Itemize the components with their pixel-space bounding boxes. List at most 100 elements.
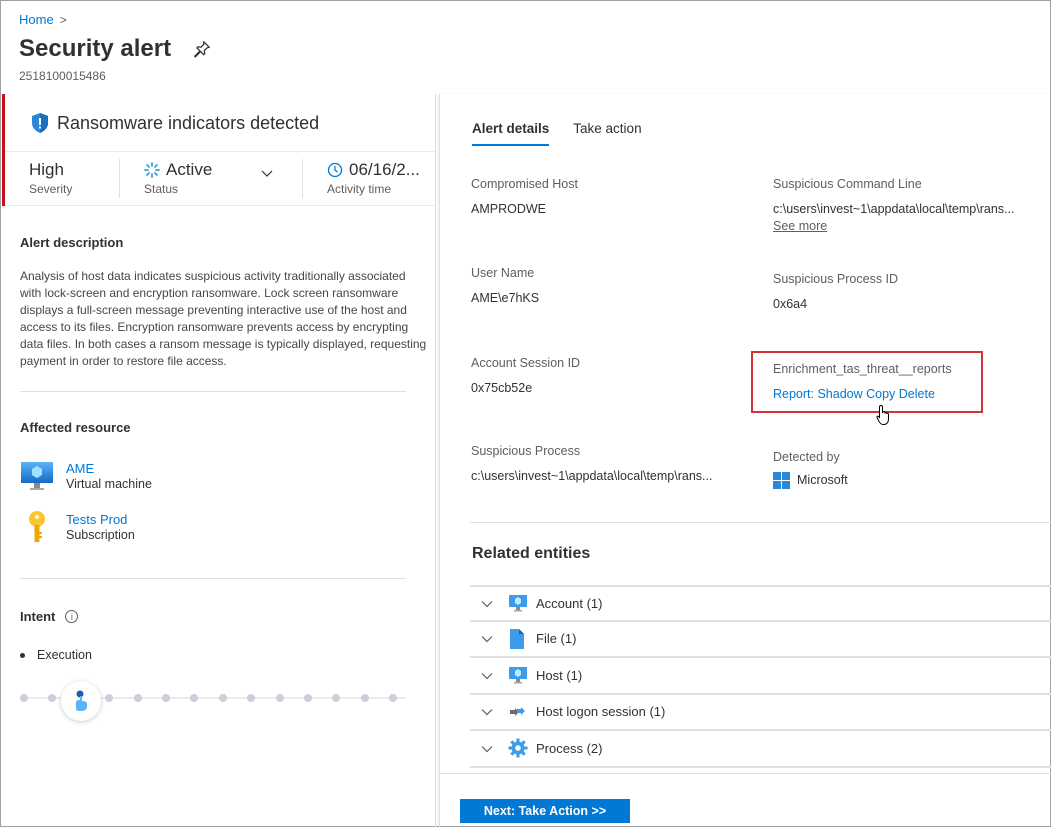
kill-chain-step[interactable] [162,694,170,702]
kill-chain-step[interactable] [275,694,284,702]
divider [20,578,406,579]
info-icon[interactable]: i [65,610,79,623]
entity-label: File (1) [536,631,577,647]
kill-chain-step[interactable] [105,694,114,702]
activity-time-label: Activity time [327,182,392,196]
kill-chain-step[interactable] [48,694,57,702]
entity-label: Host logon session (1) [536,704,666,720]
file-icon [508,628,536,650]
virtual-machine-icon [21,462,53,490]
clock-icon [327,162,343,178]
field-enrichment-threat-reports: Enrichment_tas_threat__reports Report: S… [773,362,952,401]
resource-name-link[interactable]: Tests Prod [66,512,135,527]
kill-chain-timeline [20,681,410,721]
breadcrumb-home-link[interactable]: Home [19,12,54,27]
alert-details-panel: Alert details Take action Compromised Ho… [439,94,1051,827]
alert-title-text: Ransomware indicators detected [57,112,320,133]
resource-type: Subscription [66,528,135,542]
chevron-down-icon[interactable] [470,668,508,683]
chevron-down-icon[interactable] [470,596,508,611]
status-dropdown[interactable]: Active Status [120,152,302,205]
activity-time-cell: 06/16/2... Activity time [303,152,433,205]
alert-summary-panel: Ransomware indicators detected High Seve… [2,94,436,827]
key-icon [29,511,45,542]
intent-heading: Intent i [20,609,79,624]
chevron-down-icon[interactable] [470,704,508,719]
divider [440,773,1051,774]
entity-label: Process (2) [536,740,603,756]
shield-alert-icon [32,113,48,133]
execution-touch-icon [75,690,87,711]
chevron-down-icon[interactable] [260,168,274,178]
alert-summary-row: High Severity Active Status 06/16/2... A… [5,151,435,206]
resource-item-subscription[interactable]: Tests Prod Subscription [20,510,135,544]
alert-description-heading: Alert description [20,235,124,250]
field-suspicious-process: Suspicious Process c:\users\invest~1\app… [471,444,713,483]
kill-chain-step[interactable] [360,694,369,702]
tab-alert-details[interactable]: Alert details [472,121,550,146]
page-title: Security alert [19,35,211,63]
severity-cell: High Severity [5,152,119,205]
threat-report-link[interactable]: Report: Shadow Copy Delete [773,387,952,401]
status-active-spinner-icon [144,162,160,178]
kill-chain-step[interactable] [218,694,227,702]
alert-description-text: Analysis of host data indicates suspicio… [20,269,427,368]
host-monitor-icon [508,666,536,684]
tab-take-action[interactable]: Take action [573,121,641,146]
intent-value: Execution [37,648,92,662]
kill-chain-step-active[interactable] [60,681,101,721]
kill-chain-step[interactable] [190,694,199,702]
status-label: Status [144,182,179,196]
kill-chain-step[interactable] [332,694,341,702]
gear-icon [508,738,536,758]
kill-chain-step[interactable] [20,694,28,702]
detected-by-value: Microsoft [797,472,848,487]
entity-row-account[interactable]: Account (1) [470,585,1051,622]
kill-chain-step[interactable] [247,694,256,702]
resource-type: Virtual machine [66,477,152,491]
entity-row-process[interactable]: Process (2) [470,731,1051,768]
hand-cursor-icon [876,404,889,425]
alert-title: Ransomware indicators detected [30,112,319,134]
logon-session-icon [508,706,536,718]
related-entities-list: Account (1) File (1) Host (1) Host logon… [470,585,1051,768]
activity-time-value: 06/16/2... [349,160,420,179]
field-suspicious-command-line: Suspicious Command Line c:\users\invest~… [773,177,1015,233]
field-user-name: User Name AME\e7hKS [471,266,540,305]
pin-icon[interactable] [193,40,211,58]
status-value: Active [166,160,213,179]
kill-chain-step[interactable] [304,694,312,702]
kill-chain-step[interactable] [389,694,398,702]
account-monitor-icon [508,594,536,612]
severity-value: High [29,160,64,179]
breadcrumb-chevron-icon: > [59,12,67,27]
chevron-down-icon[interactable] [470,631,508,646]
field-account-session-id: Account Session ID 0x75cb52e [471,356,581,395]
field-compromised-host: Compromised Host AMPRODWE [471,177,578,216]
entity-row-host-logon-session[interactable]: Host logon session (1) [470,695,1051,731]
divider [470,522,1051,523]
intent-list-item: Execution [20,648,92,662]
field-detected-by: Detected by Microsoft [773,450,848,489]
alert-id: 2518100015486 [19,69,106,83]
tab-bar: Alert details Take action [472,121,642,146]
severity-label: Severity [29,182,73,196]
page-title-text: Security alert [19,35,172,62]
entity-label: Host (1) [536,667,583,683]
affected-resource-heading: Affected resource [20,420,131,435]
related-entities-heading: Related entities [472,545,591,562]
kill-chain-step[interactable] [133,694,142,702]
breadcrumb: Home > [19,12,67,27]
divider [20,391,406,392]
resource-item-vm[interactable]: AME Virtual machine [20,461,152,491]
microsoft-logo-icon [773,472,790,489]
chevron-down-icon[interactable] [470,741,508,756]
resource-name-link[interactable]: AME [66,461,152,476]
entity-row-host[interactable]: Host (1) [470,658,1051,695]
bullet [20,652,25,658]
field-suspicious-process-id: Suspicious Process ID 0x6a4 [773,272,899,311]
see-more-link[interactable]: See more [773,219,1014,233]
entity-label: Account (1) [536,595,603,611]
next-take-action-button[interactable]: Next: Take Action >> [460,799,630,823]
entity-row-file[interactable]: File (1) [470,622,1051,658]
